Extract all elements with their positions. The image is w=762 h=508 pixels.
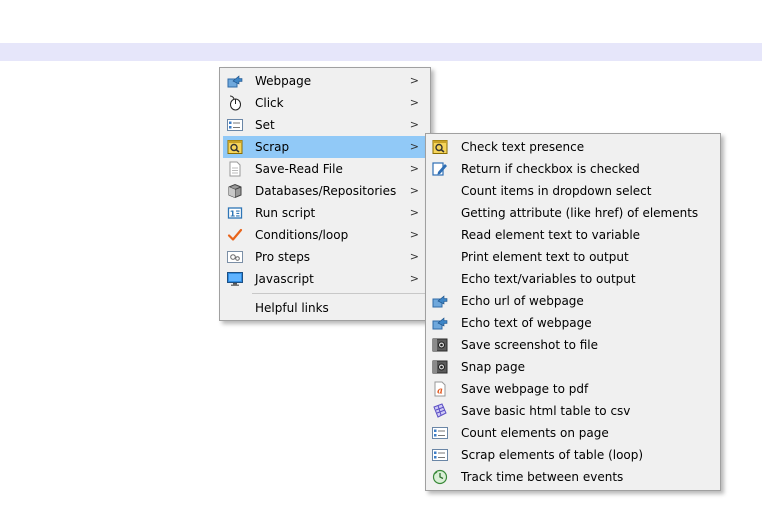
menu-item-label: Scrap elements of table (loop) <box>461 448 644 462</box>
menu-item-save-webpage-to-pdf[interactable]: a Save webpage to pdf <box>428 378 718 400</box>
menu-item-click[interactable]: Click > <box>223 92 427 114</box>
svg-text:1Ξ: 1Ξ <box>230 210 241 219</box>
document-icon <box>227 161 243 177</box>
menu-item-label: Run script <box>255 206 316 220</box>
webpage-arrow-icon <box>432 315 448 331</box>
menu-item-pro-steps[interactable]: Pro steps > <box>223 246 427 268</box>
menu-item-snap-page[interactable]: Snap page <box>428 356 718 378</box>
menu-item-label: Set <box>255 118 275 132</box>
menu-item-label: Check text presence <box>461 140 585 154</box>
menu-item-label: Echo url of webpage <box>461 294 584 308</box>
menu-item-label: Save screenshot to file <box>461 338 599 352</box>
submenu-arrow-icon: > <box>409 272 419 285</box>
menu-item-label: Count items in dropdown select <box>461 184 652 198</box>
submenu-arrow-icon: > <box>409 206 419 219</box>
menu-item-check-text-presence[interactable]: Check text presence <box>428 136 718 158</box>
menu-item-label: Save webpage to pdf <box>461 382 589 396</box>
menu-item-label: Click <box>255 96 284 110</box>
menu-item-label: Javascript <box>255 272 314 286</box>
menu-item-echo-url-of-webpage[interactable]: Echo url of webpage <box>428 290 718 312</box>
menu-item-set[interactable]: Set > <box>223 114 427 136</box>
scrap-submenu: Check text presence Return if checkbox is… <box>425 133 721 491</box>
form-checklist-icon <box>432 447 448 463</box>
menu-item-echo-text-of-webpage[interactable]: Echo text of webpage <box>428 312 718 334</box>
menu-item-label: Snap page <box>461 360 525 374</box>
menu-item-label: Scrap <box>255 140 290 154</box>
menu-item-return-if-checkbox-is-checked[interactable]: Return if checkbox is checked <box>428 158 718 180</box>
menu-item-count-items-in-dropdown-select[interactable]: Count items in dropdown select <box>428 180 718 202</box>
submenu-arrow-icon: > <box>409 74 419 87</box>
menu-item-label: Print element text to output <box>461 250 629 264</box>
submenu-arrow-icon: > <box>409 250 419 263</box>
database-icon <box>227 183 243 199</box>
menu-item-scrap[interactable]: Scrap > <box>223 136 427 158</box>
menu-item-label: Read element text to variable <box>461 228 641 242</box>
menu-item-label: Echo text of webpage <box>461 316 592 330</box>
script-icon: 1Ξ <box>227 205 243 221</box>
menu-item-label: Pro steps <box>255 250 311 264</box>
menu-item-webpage[interactable]: Webpage > <box>223 70 427 92</box>
form-checklist-icon <box>227 117 243 133</box>
menu-item-helpful-links[interactable]: Helpful links <box>223 297 427 319</box>
scrap-magnifier-icon <box>227 139 243 155</box>
context-menu: Webpage > Click > Set > Scrap > Save-Read File > D… <box>219 67 431 321</box>
webpage-arrow-icon <box>432 293 448 309</box>
menu-item-print-element-text-to-output[interactable]: Print element text to output <box>428 246 718 268</box>
menu-item-label: Save basic html table to csv <box>461 404 631 418</box>
submenu-arrow-icon: > <box>409 184 419 197</box>
scrap-magnifier-icon <box>432 139 448 155</box>
menu-item-run-script[interactable]: 1Ξ Run script > <box>223 202 427 224</box>
menu-item-label: Save-Read File <box>255 162 343 176</box>
menu-item-databases-repositories[interactable]: Databases/Repositories > <box>223 180 427 202</box>
menu-item-label: Return if checkbox is checked <box>461 162 640 176</box>
checkmark-icon <box>227 227 243 243</box>
menu-item-save-read-file[interactable]: Save-Read File > <box>223 158 427 180</box>
camera-icon <box>432 359 448 375</box>
menu-item-label: Count elements on page <box>461 426 609 440</box>
svg-text:a: a <box>437 387 443 397</box>
menu-item-javascript[interactable]: Javascript > <box>223 268 427 290</box>
camera-icon <box>432 337 448 353</box>
menu-item-scrap-elements-of-table-loop[interactable]: Scrap elements of table (loop) <box>428 444 718 466</box>
pdf-icon: a <box>432 381 448 397</box>
menu-item-label: Databases/Repositories <box>255 184 397 198</box>
menu-item-label: Track time between events <box>461 470 624 484</box>
gears-icon <box>227 249 243 265</box>
submenu-arrow-icon: > <box>409 96 419 109</box>
form-checklist-icon <box>432 425 448 441</box>
menu-item-save-basic-html-table-to-csv[interactable]: Save basic html table to csv <box>428 400 718 422</box>
submenu-arrow-icon: > <box>409 118 419 131</box>
mouse-icon <box>227 95 243 111</box>
menu-item-label: Helpful links <box>255 301 329 315</box>
webpage-arrow-icon <box>227 73 243 89</box>
menu-item-track-time-between-events[interactable]: Track time between events <box>428 466 718 488</box>
menu-item-conditions-loop[interactable]: Conditions/loop > <box>223 224 427 246</box>
monitor-icon <box>227 271 243 287</box>
menu-item-save-screenshot-to-file[interactable]: Save screenshot to file <box>428 334 718 356</box>
menu-item-label: Echo text/variables to output <box>461 272 636 286</box>
menu-item-getting-attribute-like-href-of-elements[interactable]: Getting attribute (like href) of element… <box>428 202 718 224</box>
submenu-arrow-icon: > <box>409 140 419 153</box>
menu-item-read-element-text-to-variable[interactable]: Read element text to variable <box>428 224 718 246</box>
submenu-arrow-icon: > <box>409 162 419 175</box>
table-icon <box>432 403 448 419</box>
menu-item-echo-text-variables-to-output[interactable]: Echo text/variables to output <box>428 268 718 290</box>
menu-item-label: Conditions/loop <box>255 228 349 242</box>
menu-item-label: Getting attribute (like href) of element… <box>461 206 699 220</box>
clock-icon <box>432 469 448 485</box>
menu-separator <box>252 293 427 294</box>
submenu-arrow-icon: > <box>409 228 419 241</box>
menu-item-count-elements-on-page[interactable]: Count elements on page <box>428 422 718 444</box>
edit-pencil-icon <box>432 161 448 177</box>
menu-item-label: Webpage <box>255 74 312 88</box>
selected-row-highlight <box>0 43 762 61</box>
